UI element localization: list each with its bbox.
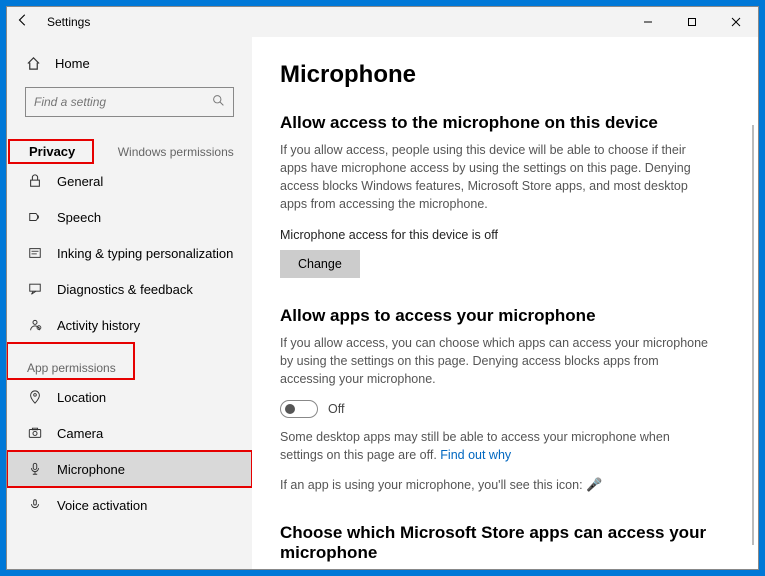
- nav-label: Diagnostics & feedback: [57, 282, 193, 297]
- section-desc: If you allow access, you can choose whic…: [280, 334, 710, 388]
- section-heading: Choose which Microsoft Store apps can ac…: [280, 523, 730, 563]
- feedback-icon: [27, 281, 43, 297]
- desktop-apps-note: Some desktop apps may still be able to a…: [280, 428, 710, 464]
- nav-label: Location: [57, 390, 106, 405]
- voice-icon: [27, 497, 43, 513]
- window-title: Settings: [47, 15, 626, 29]
- find-out-why-link[interactable]: Find out why: [440, 448, 511, 462]
- nav-voice-activation[interactable]: Voice activation: [7, 487, 252, 523]
- toggle-row: Off: [280, 400, 730, 418]
- nav-label: Camera: [57, 426, 103, 441]
- nav-label: Speech: [57, 210, 101, 225]
- section-app-access: Allow apps to access your microphone If …: [280, 306, 730, 495]
- nav-label: General: [57, 174, 103, 189]
- speech-icon: [27, 209, 43, 225]
- back-button[interactable]: [7, 13, 39, 32]
- toggle-state: Off: [328, 402, 344, 416]
- toggle-knob: [285, 404, 295, 414]
- section-device-access: Allow access to the microphone on this d…: [280, 113, 730, 278]
- nav-general[interactable]: General: [7, 163, 252, 199]
- app-access-toggle[interactable]: [280, 400, 318, 418]
- section-heading: Allow apps to access your microphone: [280, 306, 730, 326]
- maximize-button[interactable]: [670, 7, 714, 37]
- group-windows-permissions: Windows permissions: [98, 127, 252, 163]
- access-status: Microphone access for this device is off: [280, 228, 730, 242]
- nav-camera[interactable]: Camera: [7, 415, 252, 451]
- window-controls: [626, 7, 758, 37]
- activity-icon: [27, 317, 43, 333]
- camera-icon: [27, 425, 43, 441]
- nav-location[interactable]: Location: [7, 379, 252, 415]
- scrollbar[interactable]: [752, 125, 754, 545]
- mic-in-use-note: If an app is using your microphone, you'…: [280, 476, 710, 495]
- search-icon: [212, 94, 225, 110]
- nav-label: Microphone: [57, 462, 125, 477]
- minimize-button[interactable]: [626, 7, 670, 37]
- microphone-indicator-icon: 🎤: [586, 477, 602, 492]
- inking-icon: [27, 245, 43, 261]
- home-label: Home: [55, 56, 90, 71]
- nav-diagnostics[interactable]: Diagnostics & feedback: [7, 271, 252, 307]
- group-app-permissions: App permissions: [7, 343, 134, 379]
- section-heading: Allow access to the microphone on this d…: [280, 113, 730, 133]
- home-link[interactable]: Home: [7, 45, 252, 81]
- body: Home Privacy Windows permissions General…: [7, 37, 758, 569]
- lock-icon: [27, 173, 43, 189]
- nav-microphone[interactable]: Microphone: [7, 451, 252, 487]
- home-icon: [25, 55, 41, 71]
- category-privacy[interactable]: Privacy: [9, 140, 93, 163]
- microphone-icon: [27, 461, 43, 477]
- page-title: Microphone: [280, 61, 730, 89]
- nav-label: Inking & typing personalization: [57, 246, 233, 261]
- location-icon: [27, 389, 43, 405]
- search-input[interactable]: [34, 95, 212, 109]
- settings-window: Settings Home Privacy Windows permission…: [6, 6, 759, 570]
- section-desc: If you allow access, people using this d…: [280, 141, 710, 214]
- content-pane[interactable]: Microphone Allow access to the microphon…: [252, 37, 758, 569]
- sidebar: Home Privacy Windows permissions General…: [7, 37, 252, 569]
- nav-label: Activity history: [57, 318, 140, 333]
- nav-inking[interactable]: Inking & typing personalization: [7, 235, 252, 271]
- titlebar: Settings: [7, 7, 758, 37]
- change-button[interactable]: Change: [280, 250, 360, 278]
- search-box[interactable]: [25, 87, 234, 117]
- nav-label: Voice activation: [57, 498, 147, 513]
- nav-speech[interactable]: Speech: [7, 199, 252, 235]
- close-button[interactable]: [714, 7, 758, 37]
- nav-activity[interactable]: Activity history: [7, 307, 252, 343]
- section-store-apps: Choose which Microsoft Store apps can ac…: [280, 523, 730, 569]
